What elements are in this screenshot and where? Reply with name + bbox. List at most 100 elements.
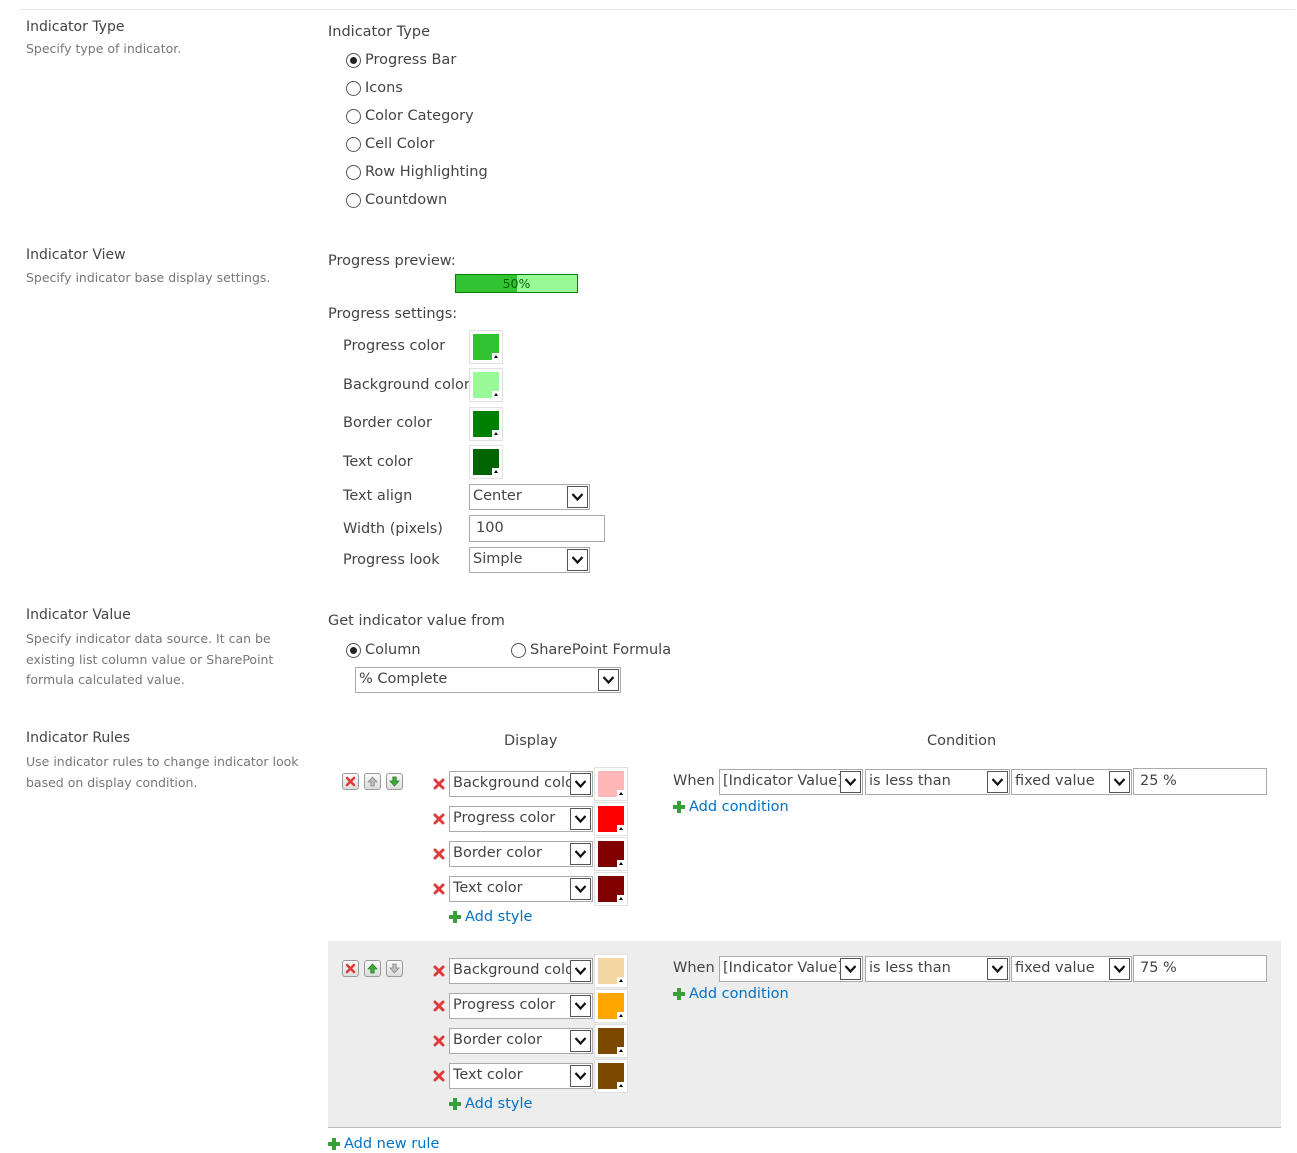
delete-style-icon[interactable] [433, 813, 445, 825]
dropdown-arrow-icon [492, 468, 500, 476]
progress-look-select[interactable]: Simple [469, 547, 590, 573]
delete-style-icon[interactable] [433, 1035, 445, 1047]
condition-value-input[interactable]: 25 % [1133, 768, 1267, 795]
radio-button[interactable] [346, 164, 361, 180]
chevron-down-icon[interactable] [570, 878, 591, 900]
select-value: fixed value [1015, 960, 1095, 976]
radio-row-highlighting[interactable]: Row Highlighting [346, 164, 488, 180]
style-property-select[interactable]: Background color [449, 958, 593, 984]
condition-operator-select[interactable]: is less than [865, 956, 1010, 982]
chevron-down-icon[interactable] [567, 549, 588, 571]
radio-cell-color[interactable]: Cell Color [346, 136, 435, 152]
select-value: [Indicator Value] [723, 960, 840, 976]
delete-style-icon[interactable] [433, 965, 445, 977]
section-desc-indicator-type: Specify type of indicator. [26, 41, 182, 56]
radio-color-category[interactable]: Color Category [346, 108, 474, 124]
condition-field-select[interactable]: [Indicator Value] [719, 769, 863, 795]
chevron-down-icon[interactable] [570, 773, 591, 795]
progress-look-label: Progress look [343, 552, 440, 568]
add-condition-link[interactable]: Add condition [673, 986, 789, 1002]
chevron-down-icon[interactable] [840, 958, 861, 980]
add-new-rule-link[interactable]: Add new rule [328, 1136, 439, 1152]
move-up-button[interactable] [364, 773, 381, 790]
style-property-select[interactable]: Text color [449, 1063, 593, 1089]
radio-sharepoint-formula[interactable]: SharePoint Formula [511, 642, 671, 658]
radio-button[interactable] [346, 192, 361, 208]
width-input[interactable]: 100 [469, 515, 605, 542]
style-property-select[interactable]: Text color [449, 876, 593, 902]
radio-column[interactable]: Column [346, 642, 421, 658]
radio-button-checked[interactable] [346, 52, 361, 68]
chevron-down-icon[interactable] [570, 843, 591, 865]
style-property-select[interactable]: Background color [449, 771, 593, 797]
chevron-down-icon[interactable] [570, 1030, 591, 1052]
progress-color-picker[interactable] [469, 330, 503, 364]
style-property-select[interactable]: Border color [449, 841, 593, 867]
radio-countdown[interactable]: Countdown [346, 192, 447, 208]
chevron-down-icon[interactable] [567, 486, 588, 508]
style-color-picker[interactable] [594, 802, 628, 836]
text-color-picker[interactable] [469, 445, 503, 479]
radio-button-checked[interactable] [346, 642, 361, 658]
delete-style-icon[interactable] [433, 883, 445, 895]
condition-source-select[interactable]: fixed value [1011, 956, 1132, 982]
border-color-picker[interactable] [469, 407, 503, 441]
radio-button[interactable] [346, 80, 361, 96]
delete-rule-button[interactable] [342, 960, 359, 977]
radio-progress-bar[interactable]: Progress Bar [346, 52, 456, 68]
chevron-down-icon[interactable] [987, 958, 1008, 980]
chevron-down-icon[interactable] [570, 995, 591, 1017]
move-up-button[interactable] [364, 960, 381, 977]
indicator-type-label: Indicator Type [328, 24, 430, 40]
add-condition-label: Add condition [689, 799, 789, 815]
radio-button[interactable] [346, 108, 361, 124]
move-down-button[interactable] [386, 773, 403, 790]
column-select[interactable]: % Complete [355, 667, 621, 693]
radio-icons[interactable]: Icons [346, 80, 403, 96]
text-align-label: Text align [343, 488, 413, 504]
chevron-down-icon[interactable] [987, 771, 1008, 793]
chevron-down-icon[interactable] [840, 771, 861, 793]
chevron-down-icon[interactable] [570, 1065, 591, 1087]
dropdown-arrow-icon [492, 353, 500, 361]
radio-button[interactable] [511, 642, 526, 658]
condition-operator-select[interactable]: is less than [865, 769, 1010, 795]
radio-label: Cell Color [365, 136, 435, 152]
progress-settings-label: Progress settings: [328, 306, 458, 322]
style-property-select[interactable]: Border color [449, 1028, 593, 1054]
radio-label: Progress Bar [365, 52, 457, 68]
delete-style-icon[interactable] [433, 1070, 445, 1082]
add-style-link[interactable]: Add style [449, 1096, 532, 1112]
delete-style-icon[interactable] [433, 1000, 445, 1012]
chevron-down-icon[interactable] [570, 808, 591, 830]
style-property-select[interactable]: Progress color [449, 806, 593, 832]
add-style-link[interactable]: Add style [449, 909, 532, 925]
move-down-button[interactable] [386, 960, 403, 977]
dropdown-arrow-icon [617, 1012, 625, 1020]
delete-style-icon[interactable] [433, 848, 445, 860]
radio-button[interactable] [346, 136, 361, 152]
condition-field-select[interactable]: [Indicator Value] [719, 956, 863, 982]
style-color-picker[interactable] [594, 1024, 628, 1058]
style-color-picker[interactable] [594, 837, 628, 871]
chevron-down-icon[interactable] [1109, 958, 1130, 980]
chevron-down-icon[interactable] [570, 960, 591, 982]
progress-preview-bar: 50% [455, 274, 578, 293]
style-color-picker[interactable] [594, 1059, 628, 1093]
delete-rule-button[interactable] [342, 773, 359, 790]
style-color-picker[interactable] [594, 767, 628, 801]
section-title-indicator-view: Indicator View [26, 247, 126, 263]
section-desc-indicator-value: Specify indicator data source. It can be… [26, 631, 274, 687]
background-color-picker[interactable] [469, 368, 503, 402]
add-condition-link[interactable]: Add condition [673, 799, 789, 815]
style-color-picker[interactable] [594, 872, 628, 906]
chevron-down-icon[interactable] [598, 669, 619, 691]
condition-value-input[interactable]: 75 % [1133, 955, 1267, 982]
chevron-down-icon[interactable] [1109, 771, 1130, 793]
delete-style-icon[interactable] [433, 778, 445, 790]
condition-source-select[interactable]: fixed value [1011, 769, 1132, 795]
style-color-picker[interactable] [594, 954, 628, 988]
style-color-picker[interactable] [594, 989, 628, 1023]
style-property-select[interactable]: Progress color [449, 993, 593, 1019]
text-align-select[interactable]: Center [469, 484, 590, 510]
